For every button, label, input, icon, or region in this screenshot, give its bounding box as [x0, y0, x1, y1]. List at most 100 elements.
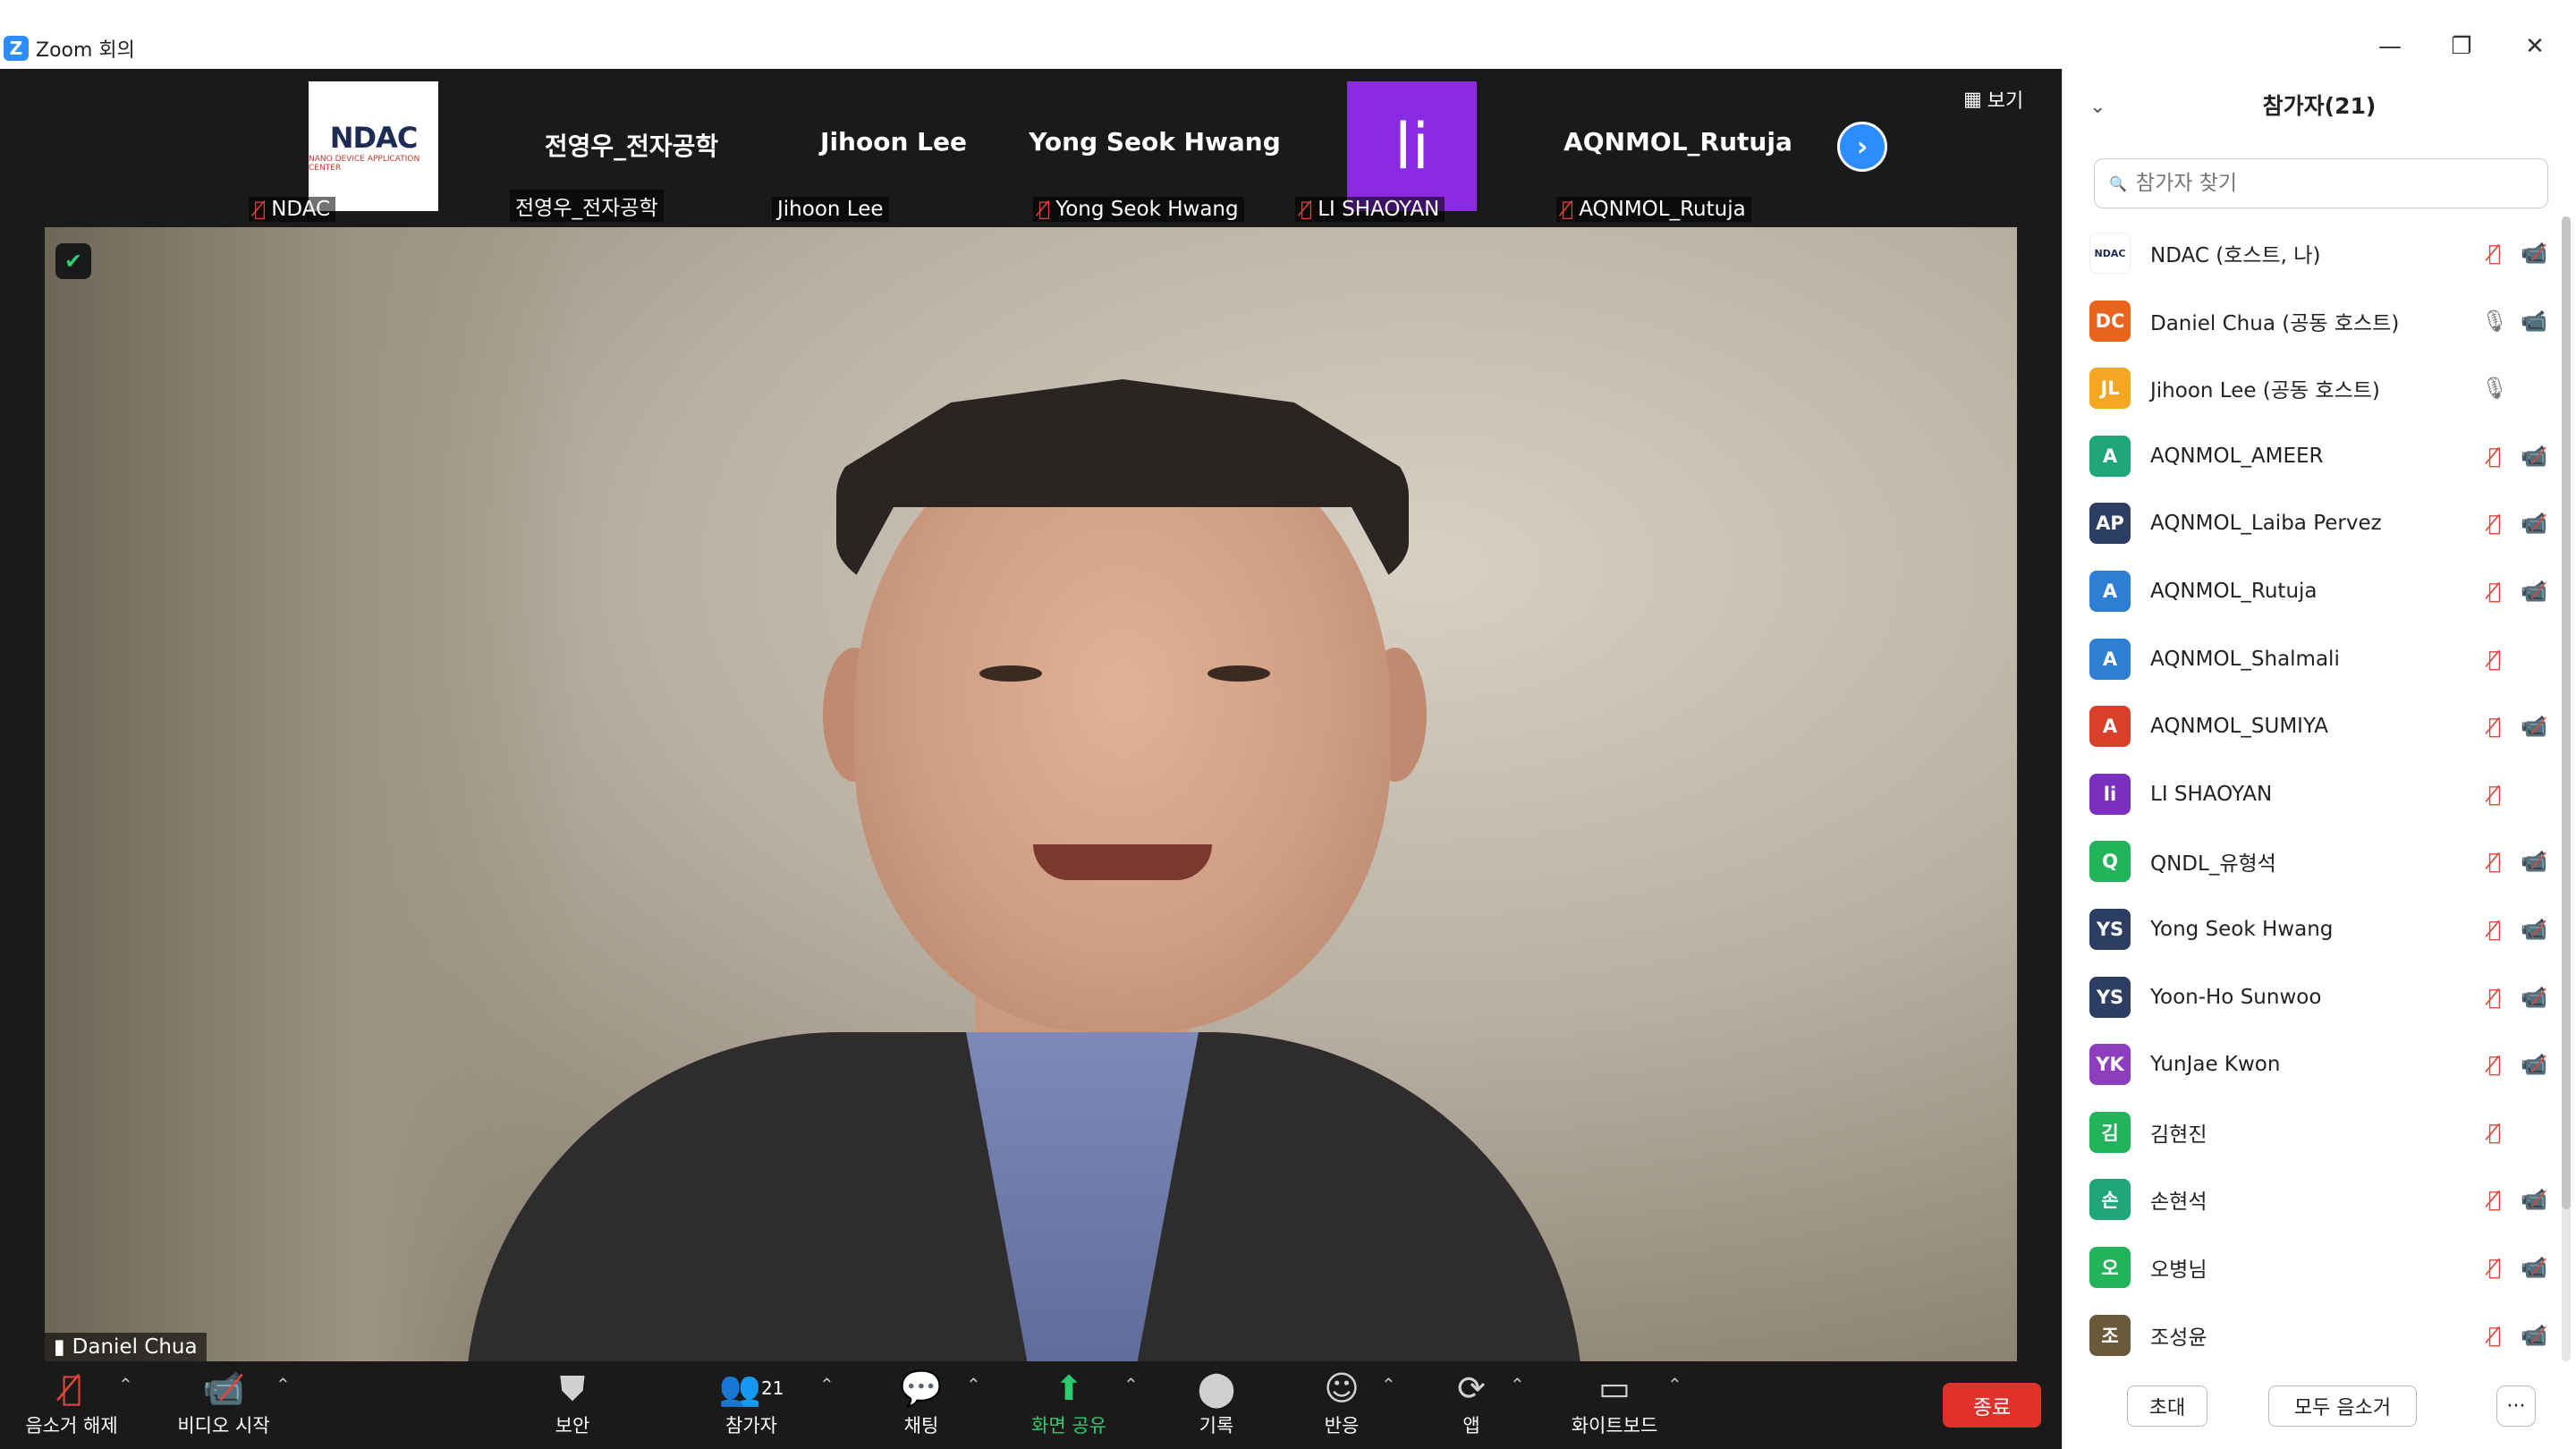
tile-center-name: Yong Seok Hwang	[1029, 127, 1281, 157]
view-button[interactable]: ▦ 보기	[1963, 85, 2023, 114]
participant-row[interactable]: YS Yong Seok Hwang 🎙̸ 📹̸	[2089, 897, 2555, 962]
tile-center-name: Jihoon Lee	[820, 127, 967, 157]
participant-name: QNDL_유형석	[2150, 852, 2276, 877]
apps-options-chevron-icon[interactable]: ⌃	[1510, 1374, 1525, 1395]
person-mouth	[1033, 844, 1212, 880]
video-strip: NDAC NANO DEVICE APPLICATION CENTER 🎙̸ N…	[242, 69, 1860, 225]
security-button[interactable]: ⛊ 보안	[537, 1367, 608, 1445]
chat-options-chevron-icon[interactable]: ⌃	[966, 1374, 981, 1395]
person-eye	[1208, 665, 1270, 682]
mic-muted-icon: 🎙̸	[2487, 1255, 2502, 1280]
tile-center-name: 전영우_전자공학	[544, 131, 719, 161]
mic-muted-icon: 🎙̸	[2487, 443, 2502, 469]
participant-row[interactable]: NDAC NDAC (호스트, 나) 🎙̸ 📹̸	[2089, 221, 2555, 285]
tile-name-label: Jihoon Lee	[772, 197, 889, 222]
share-options-chevron-icon[interactable]: ⌃	[1123, 1374, 1139, 1395]
signal-bars-icon: ▮	[54, 1335, 65, 1359]
avatar: Q	[2089, 841, 2131, 883]
participant-row[interactable]: AP AQNMOL_Laiba Pervez 🎙̸ 📹̸	[2089, 491, 2555, 555]
participant-row[interactable]: li LI SHAOYAN 🎙̸	[2089, 762, 2555, 826]
participant-row[interactable]: 손 손현석 🎙̸ 📹̸	[2089, 1167, 2555, 1232]
avatar: JL	[2089, 368, 2131, 410]
participant-row[interactable]: Q QNDL_유형석 🎙̸ 📹̸	[2089, 829, 2555, 894]
speaker-name-label: ▮ Daniel Chua	[45, 1333, 207, 1361]
participant-status-icons: 🎙 📹	[2481, 309, 2547, 334]
video-off-icon: 📹̸	[2521, 1187, 2547, 1213]
participant-row[interactable]: YK YunJae Kwon 🎙̸ 📹̸	[2089, 1032, 2555, 1097]
mic-muted-icon: 🎙̸	[2487, 646, 2502, 672]
share-screen-button[interactable]: ⬆ 화면 공유	[1020, 1367, 1118, 1445]
mic-muted-icon: 🎙̸	[2487, 849, 2502, 875]
participants-count: 21	[760, 1377, 784, 1399]
tile-name-label: 🎙̸ LI SHAOYAN	[1295, 197, 1445, 222]
participant-row[interactable]: A AQNMOL_Shalmali 🎙̸	[2089, 627, 2555, 691]
invite-button[interactable]: 초대	[2127, 1385, 2207, 1427]
main-video[interactable]: ✔ ▮ Daniel Chua	[45, 227, 2017, 1361]
avatar: YS	[2089, 976, 2131, 1018]
record-button[interactable]: ⬤ 기록	[1190, 1367, 1243, 1445]
search-icon: 🔍	[2109, 174, 2127, 192]
end-meeting-button[interactable]: 종료	[1943, 1383, 2041, 1428]
participant-row[interactable]: JL Jihoon Lee (공동 호스트) 🎙	[2089, 356, 2555, 420]
video-tile-li[interactable]: li 🎙̸ LI SHAOYAN	[1288, 69, 1546, 225]
mic-muted-icon: 🎙̸	[2487, 1322, 2502, 1348]
chat-button[interactable]: 💬 채팅	[894, 1367, 948, 1445]
video-off-icon: 📹̸	[2521, 984, 2547, 1010]
video-tile-rutuja[interactable]: AQNMOL_Rutuja 🎙̸ AQNMOL_Rutuja	[1549, 69, 1807, 225]
meeting-toolbar: 🎙̸ 음소거 해제 ⌃ 📹̸ 비디오 시작 ⌃ ⛊ 보안 👥21 참가자 ⌃ 💬…	[0, 1361, 2062, 1449]
start-video-button[interactable]: 📹̸ 비디오 시작	[170, 1367, 277, 1445]
participant-row[interactable]: A AQNMOL_AMEER 🎙̸ 📹̸	[2089, 424, 2555, 488]
participant-row[interactable]: A AQNMOL_SUMIYA 🎙̸ 📹̸	[2089, 694, 2555, 758]
whiteboard-button[interactable]: ▭ 화이트보드	[1561, 1367, 1668, 1445]
participant-row[interactable]: DC Daniel Chua (공동 호스트) 🎙 📹	[2089, 289, 2555, 353]
participant-search-box[interactable]: 🔍	[2094, 158, 2548, 208]
meeting-area: NDAC NANO DEVICE APPLICATION CENTER 🎙̸ N…	[0, 69, 2062, 1449]
title-bar: Z Zoom 회의 — ❐ ✕	[0, 0, 2576, 69]
participant-row[interactable]: 김 김현진 🎙̸	[2089, 1100, 2555, 1165]
video-tile-jihoon[interactable]: Jihoon Lee Jihoon Lee	[765, 69, 1022, 225]
close-button[interactable]: ✕	[2515, 27, 2555, 66]
unmute-button[interactable]: 🎙̸ 음소거 해제	[18, 1367, 125, 1445]
participant-row[interactable]: 오 오병님 🎙̸ 📹̸	[2089, 1235, 2555, 1300]
audio-options-chevron-icon[interactable]: ⌃	[118, 1374, 133, 1395]
mic-muted-icon: 🎙̸	[2487, 579, 2502, 604]
video-off-icon: 📹̸	[2521, 1322, 2547, 1348]
record-icon: ⬤	[1197, 1368, 1236, 1408]
share-screen-icon: ⬆	[1055, 1368, 1083, 1408]
mic-icon: 🎙	[2481, 376, 2509, 402]
whiteboard-options-chevron-icon[interactable]: ⌃	[1667, 1374, 1682, 1395]
mic-muted-icon: 🎙̸	[2487, 1052, 2502, 1078]
video-options-chevron-icon[interactable]: ⌃	[275, 1374, 291, 1395]
video-tile-jeon[interactable]: 전영우_전자공학 전영우_전자공학	[503, 69, 760, 225]
video-tile-yong[interactable]: Yong Seok Hwang 🎙̸ Yong Seok Hwang	[1026, 69, 1284, 225]
scrollbar-thumb[interactable]	[2562, 216, 2571, 1209]
avatar: 김	[2089, 1111, 2131, 1153]
more-options-button[interactable]: ···	[2496, 1385, 2536, 1427]
participant-row[interactable]: YS Yoon-Ho Sunwoo 🎙̸ 📹̸	[2089, 965, 2555, 1030]
participant-status-icons: 🎙̸	[2481, 782, 2547, 807]
participant-name: NDAC (호스트, 나)	[2150, 244, 2321, 267]
avatar: DC	[2089, 300, 2131, 342]
participant-status-icons: 🎙̸ 📹̸	[2481, 714, 2547, 739]
participants-options-chevron-icon[interactable]: ⌃	[819, 1374, 835, 1395]
minimize-button[interactable]: —	[2370, 27, 2410, 66]
avatar: li	[2089, 773, 2131, 815]
video-tile-ndac[interactable]: NDAC NANO DEVICE APPLICATION CENTER 🎙̸ N…	[242, 69, 499, 225]
participant-row[interactable]: A AQNMOL_Rutuja 🎙̸ 📹̸	[2089, 559, 2555, 623]
apps-button[interactable]: ⟳ 앱	[1449, 1367, 1494, 1445]
mic-muted-icon: 🎙̸	[2487, 781, 2502, 807]
next-page-chevron-icon[interactable]: ›	[1837, 122, 1887, 172]
participant-name: Yong Seok Hwang	[2150, 918, 2334, 941]
mic-muted-icon: 🎙̸	[2487, 1187, 2502, 1213]
participant-search-input[interactable]	[2135, 172, 2529, 195]
participants-button[interactable]: 👥21 참가자	[707, 1367, 796, 1445]
reactions-button[interactable]: ☺ 반응	[1315, 1367, 1368, 1445]
restore-button[interactable]: ❐	[2442, 27, 2481, 66]
person-eye	[979, 665, 1042, 682]
participant-row[interactable]: 조 조성윤 🎙̸ 📹̸	[2089, 1303, 2555, 1368]
reactions-options-chevron-icon[interactable]: ⌃	[1381, 1374, 1396, 1395]
mic-muted-icon: 🎙̸	[2487, 714, 2502, 740]
video-off-icon: 📹̸	[2521, 443, 2547, 469]
mute-all-button[interactable]: 모두 음소거	[2268, 1385, 2417, 1427]
encryption-shield-icon[interactable]: ✔	[55, 243, 91, 279]
